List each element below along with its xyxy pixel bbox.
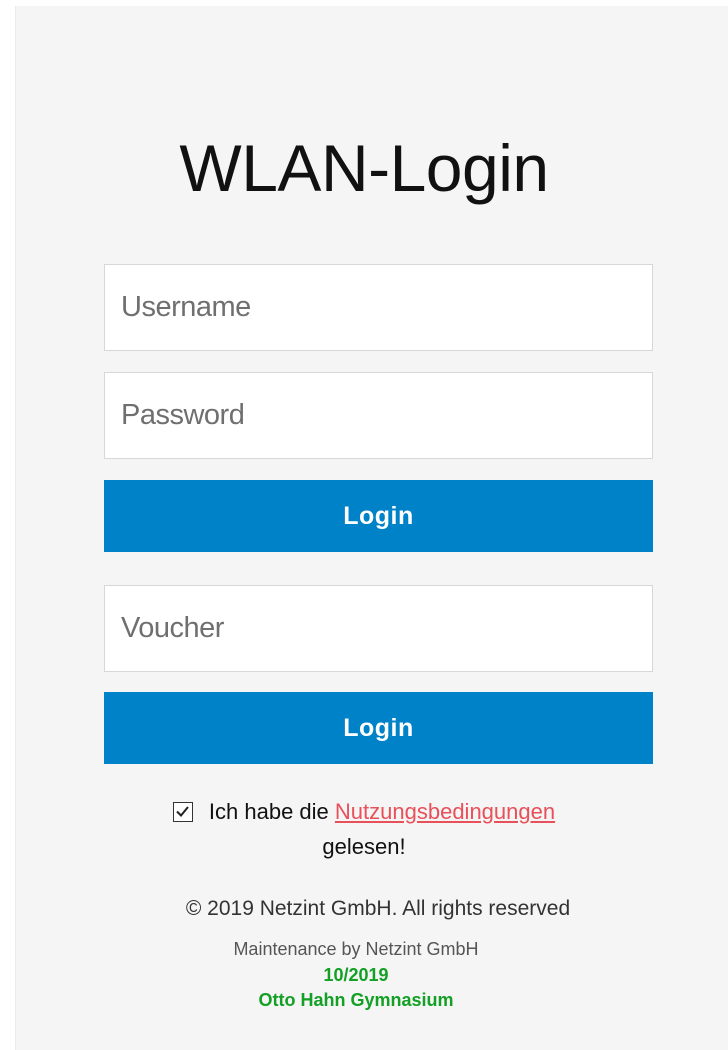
terms-suffix: gelesen! [322, 834, 406, 859]
maintenance-text: Maintenance by Netzint GmbH [233, 939, 479, 959]
checkmark-icon [176, 806, 189, 817]
terms-checkbox[interactable] [172, 802, 193, 822]
terms-line: Ich habe die Nutzungsbedingungen [172, 796, 555, 828]
school-name: Otto Hahn Gymnasium [258, 990, 454, 1010]
page-title: WLAN-Login [179, 131, 549, 205]
maintenance-date: 10/2019 [323, 965, 389, 985]
terms-prefix: Ich habe die [208, 799, 329, 824]
login-button[interactable]: Login [104, 480, 653, 552]
username-input[interactable] [104, 264, 653, 351]
terms-link[interactable]: Nutzungsbedingungen [335, 796, 555, 828]
voucher-input[interactable] [104, 585, 653, 672]
password-input[interactable] [104, 372, 653, 459]
copyright-text: © 2019 Netzint GmbH. All rights reserved [185, 897, 571, 920]
terms-agreement: Ich habe die Nutzungsbedingungen gelesen… [0, 796, 728, 863]
voucher-login-button[interactable]: Login [104, 692, 653, 764]
